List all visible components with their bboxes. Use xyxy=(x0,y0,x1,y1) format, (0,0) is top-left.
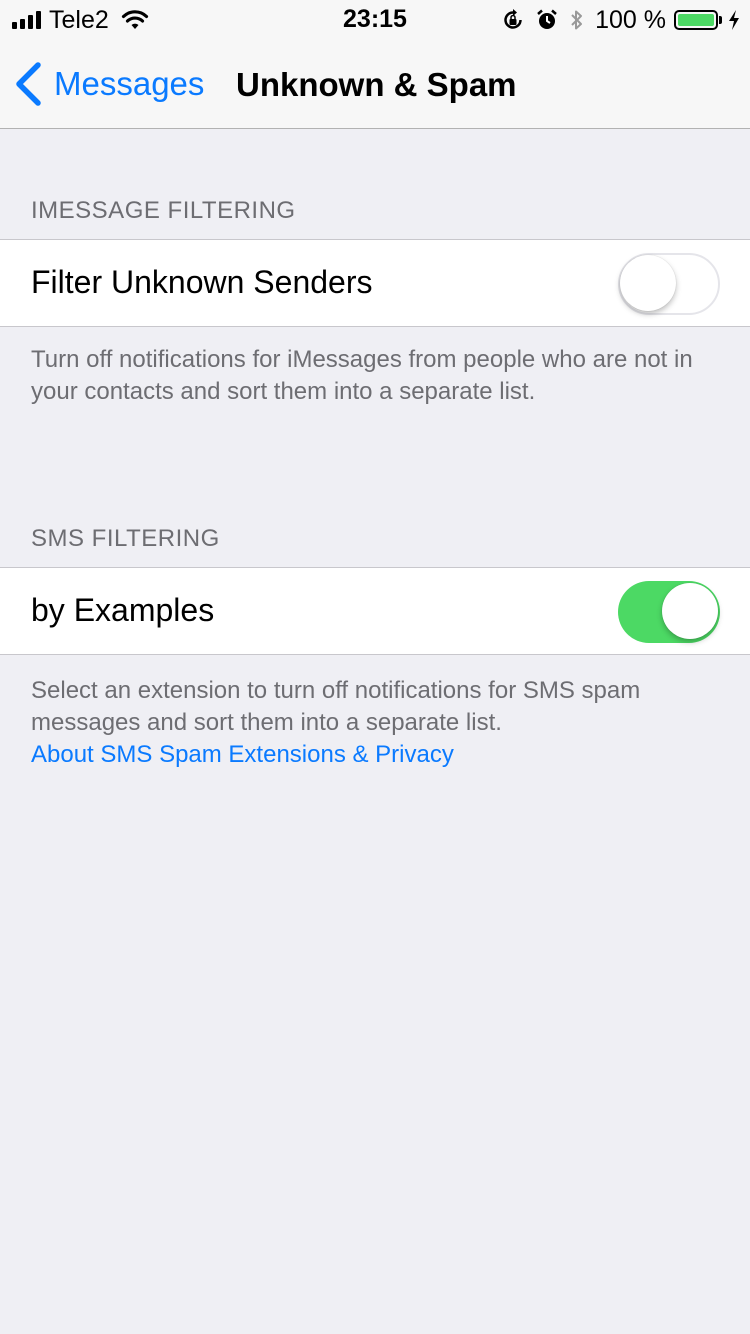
rotation-lock-icon xyxy=(504,9,522,29)
bluetooth-icon xyxy=(571,10,583,30)
battery-fill xyxy=(678,14,714,26)
alarm-icon xyxy=(537,9,557,29)
section-header-sms: SMS FILTERING xyxy=(31,525,220,552)
sms-filter-row[interactable]: by Examples xyxy=(0,567,750,655)
toggle-knob xyxy=(662,583,718,639)
filter-unknown-senders-label: Filter Unknown Senders xyxy=(31,264,373,300)
toggle-knob xyxy=(620,255,676,311)
chevron-left-icon xyxy=(16,62,41,106)
imessage-footer-text: Turn off notifications for iMessages fro… xyxy=(31,346,693,405)
sms-footer-text: Select an extension to turn off notifica… xyxy=(31,677,641,736)
sms-filter-label: by Examples xyxy=(31,592,215,628)
status-bar: Tele2 23:15 100 % xyxy=(0,0,750,40)
battery-nub xyxy=(719,16,722,24)
navigation-bar: Messages Unknown & Spam xyxy=(0,40,750,129)
page-title: Unknown & Spam xyxy=(236,66,517,103)
battery-icon xyxy=(674,10,718,30)
filter-unknown-senders-row: Filter Unknown Senders xyxy=(0,239,750,327)
filter-unknown-senders-toggle[interactable] xyxy=(618,253,720,315)
back-button[interactable]: Messages xyxy=(14,60,204,108)
sms-footer: Select an extension to turn off notifica… xyxy=(31,675,721,771)
sms-spam-privacy-link[interactable]: About SMS Spam Extensions & Privacy xyxy=(31,739,721,771)
sms-filter-toggle[interactable] xyxy=(618,581,720,643)
status-right: 100 % xyxy=(501,6,740,34)
section-header-imessage: IMESSAGE FILTERING xyxy=(31,197,296,224)
charging-icon xyxy=(729,10,739,30)
back-button-label: Messages xyxy=(54,65,205,102)
battery-percent: 100 % xyxy=(595,5,666,34)
